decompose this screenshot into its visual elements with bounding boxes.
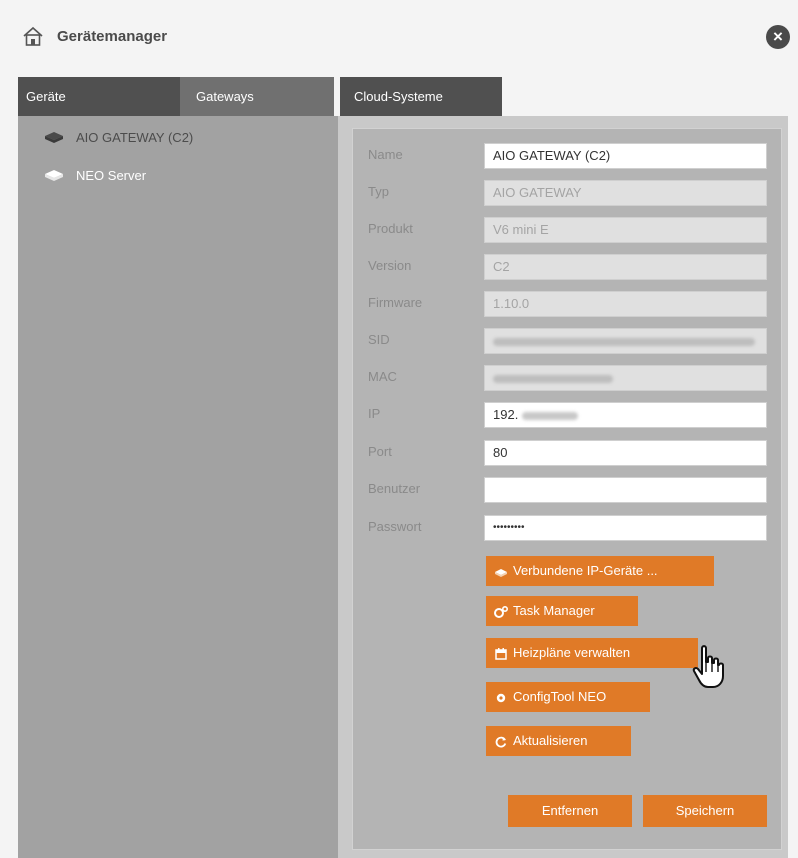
remove-button[interactable]: Entfernen <box>508 795 632 827</box>
produkt-field: V6 mini E <box>484 217 767 243</box>
gateway-list-panel <box>18 116 338 858</box>
window-title: Gerätemanager <box>57 28 168 45</box>
row-produkt: Produkt V6 mini E <box>368 217 768 243</box>
device-manager-window: Gerätemanager × Geräte Gateways Cloud-Sy… <box>0 0 798 858</box>
ip-label: IP <box>368 406 381 421</box>
redacted-value <box>493 337 755 346</box>
connected-devices-label: Verbundene IP-Geräte ... <box>513 563 658 578</box>
redacted-value <box>521 411 578 420</box>
port-label: Port <box>368 444 392 459</box>
server-icon <box>44 169 64 184</box>
passwort-field[interactable]: ••••••••• <box>484 515 767 541</box>
sid-label: SID <box>368 332 390 347</box>
configtool-neo-button[interactable]: ConfigTool NEO <box>486 682 650 712</box>
ip-value: 192. <box>493 407 519 422</box>
heating-schedules-button[interactable]: Heizpläne verwalten <box>486 638 698 668</box>
name-label: Name <box>368 147 403 162</box>
produkt-label: Produkt <box>368 221 413 236</box>
sid-field <box>484 328 767 354</box>
benutzer-label: Benutzer <box>368 481 421 496</box>
firmware-field: 1.10.0 <box>484 291 767 317</box>
task-manager-button[interactable]: Task Manager <box>486 596 638 626</box>
typ-label: Typ <box>368 184 389 199</box>
calendar-icon <box>494 639 508 669</box>
row-port: Port 80 <box>368 440 768 466</box>
firmware-label: Firmware <box>368 295 423 310</box>
row-sid: SID <box>368 328 768 354</box>
benutzer-field[interactable] <box>484 477 767 503</box>
tab-gateways[interactable]: Gateways <box>180 77 334 116</box>
version-label: Version <box>368 258 412 273</box>
heating-schedules-label: Heizpläne verwalten <box>513 645 631 660</box>
typ-field: AIO GATEWAY <box>484 180 767 206</box>
refresh-icon <box>494 727 508 757</box>
gear-icon <box>494 683 508 713</box>
title-bar: Gerätemanager × <box>0 0 798 60</box>
house-icon <box>22 25 44 47</box>
passwort-label: Passwort <box>368 519 422 534</box>
gateway-icon <box>44 131 64 146</box>
refresh-button[interactable]: Aktualisieren <box>486 726 631 756</box>
redacted-value <box>493 374 613 383</box>
configtool-neo-label: ConfigTool NEO <box>513 689 607 704</box>
refresh-label: Aktualisieren <box>513 733 588 748</box>
gateway-item-label: AIO GATEWAY (C2) <box>76 130 194 145</box>
gateway-item-label: NEO Server <box>76 168 147 183</box>
port-field[interactable]: 80 <box>484 440 767 466</box>
connected-devices-button[interactable]: Verbundene IP-Geräte ... <box>486 556 714 586</box>
row-ip: IP 192. <box>368 402 768 428</box>
ip-field[interactable]: 192. <box>484 402 767 428</box>
name-field[interactable]: AIO GATEWAY (C2) <box>484 143 767 169</box>
gateway-icon <box>494 557 508 587</box>
tab-geraete[interactable]: Geräte <box>18 77 180 116</box>
tab-bar: Geräte Gateways Cloud-Systeme <box>18 77 788 116</box>
version-field: C2 <box>484 254 767 280</box>
save-button[interactable]: Speichern <box>643 795 767 827</box>
row-version: Version C2 <box>368 254 768 280</box>
row-name: Name AIO GATEWAY (C2) <box>368 143 768 169</box>
row-typ: Typ AIO GATEWAY <box>368 180 768 206</box>
hand-cursor-icon <box>692 644 726 690</box>
row-mac: MAC <box>368 365 768 391</box>
tab-cloud-systeme[interactable]: Cloud-Systeme <box>340 77 502 116</box>
close-icon[interactable]: × <box>766 25 790 49</box>
mac-label: MAC <box>368 369 397 384</box>
mac-field <box>484 365 767 391</box>
row-benutzer: Benutzer <box>368 477 768 503</box>
cogs-icon <box>494 597 509 627</box>
task-manager-label: Task Manager <box>513 603 595 618</box>
row-passwort: Passwort ••••••••• <box>368 515 768 541</box>
row-firmware: Firmware 1.10.0 <box>368 291 768 317</box>
